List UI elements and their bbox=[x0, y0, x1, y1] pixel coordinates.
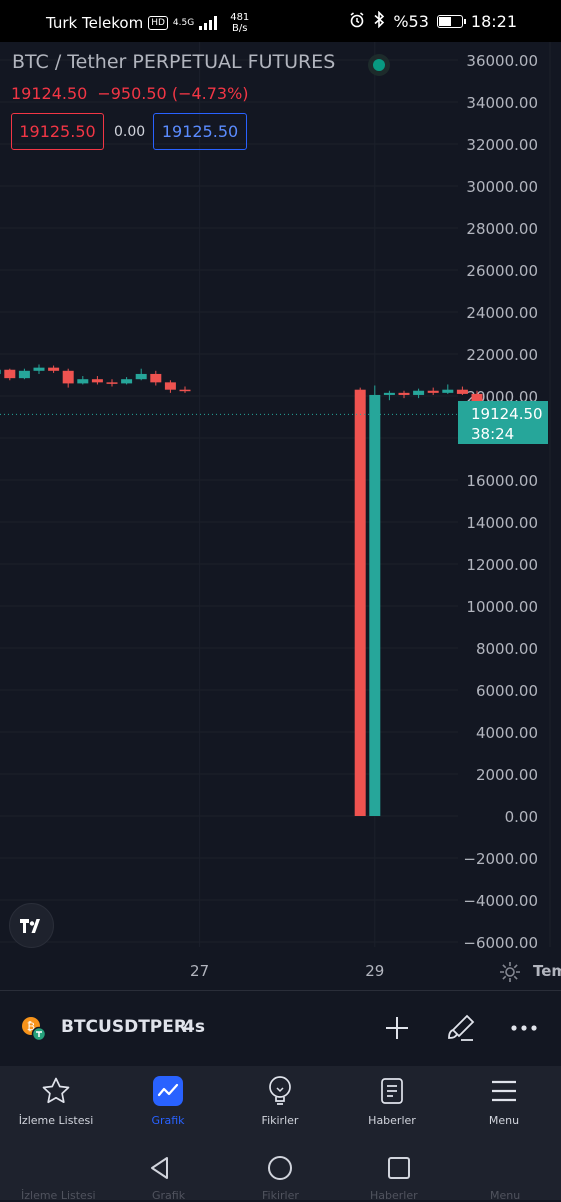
ghost-label: Fikirler bbox=[262, 1189, 299, 1202]
candle-body bbox=[369, 394, 381, 816]
buy-button[interactable]: 19125.50 bbox=[153, 113, 247, 150]
candle-body bbox=[18, 370, 30, 379]
candle-body bbox=[179, 389, 191, 392]
candle-body bbox=[33, 367, 45, 371]
battery-icon bbox=[436, 15, 466, 28]
y-axis-tick-label: 36000.00 bbox=[466, 52, 538, 70]
net-speed: 481 B/s bbox=[230, 12, 250, 34]
nav-label: İzleme Listesi bbox=[18, 1114, 94, 1127]
price-change: −950.50 (−4.73%) bbox=[97, 84, 249, 103]
signal-icon bbox=[199, 16, 218, 30]
y-axis-tick-label: 6000.00 bbox=[476, 682, 538, 700]
nav-label: Grafik bbox=[151, 1114, 185, 1127]
newspaper-icon bbox=[337, 1074, 447, 1108]
carrier-name: Turk Telekom bbox=[46, 14, 144, 32]
y-axis-tick-label: 28000.00 bbox=[466, 220, 538, 238]
candle-body bbox=[150, 373, 162, 383]
spread-value: 0.00 bbox=[114, 124, 146, 140]
y-axis-tick-label: −4000.00 bbox=[463, 892, 538, 910]
candle-body bbox=[106, 382, 118, 384]
ghost-label: İzleme Listesi bbox=[21, 1189, 96, 1202]
more-options-icon[interactable] bbox=[506, 1010, 542, 1046]
y-axis-tick-label: 12000.00 bbox=[466, 556, 538, 574]
nav-item-ideas[interactable]: Fikirler bbox=[225, 1074, 335, 1127]
candle-body bbox=[427, 390, 439, 393]
back-icon[interactable] bbox=[147, 1155, 173, 1185]
lightbulb-icon bbox=[225, 1074, 335, 1108]
y-axis-tick-label: 32000.00 bbox=[466, 136, 538, 154]
candle-body bbox=[442, 389, 454, 393]
nav-item-chart[interactable]: Grafik bbox=[113, 1074, 223, 1127]
add-icon[interactable] bbox=[379, 1010, 415, 1046]
market-open-indicator bbox=[364, 52, 394, 78]
candle-body bbox=[135, 373, 147, 380]
nav-label: Haberler bbox=[368, 1114, 416, 1127]
y-axis-tick-label: 34000.00 bbox=[466, 94, 538, 112]
y-axis-tick-label: 30000.00 bbox=[466, 178, 538, 196]
candle-body bbox=[62, 370, 74, 384]
price-quote: 19124.50 −950.50 (−4.73%) bbox=[11, 84, 249, 103]
bar-countdown: 38:24 bbox=[471, 425, 515, 443]
candle-body bbox=[0, 369, 1, 374]
bitcoin-tether-icon: ₿ bbox=[21, 1016, 47, 1042]
candle-body bbox=[383, 392, 395, 395]
symbol-title: BTC / Tether PERPETUAL FUTURES bbox=[12, 51, 336, 73]
ghost-label: Grafik bbox=[152, 1189, 186, 1202]
interval-selector[interactable]: 4s bbox=[183, 1017, 205, 1037]
candle-body bbox=[413, 390, 425, 395]
y-axis-tick-label: 16000.00 bbox=[466, 472, 538, 490]
nav-item-menu[interactable]: Menu bbox=[449, 1074, 559, 1127]
price-chart[interactable]: 36000.00 34000.00 32000.00 30000.00 28000.00… bbox=[0, 42, 561, 990]
y-axis-tick-label: 0.00 bbox=[505, 808, 538, 826]
ghost-label: Menu bbox=[490, 1189, 521, 1202]
y-axis-tick-label: 2000.00 bbox=[476, 766, 538, 784]
y-axis-tick-label: 26000.00 bbox=[466, 262, 538, 280]
y-axis-tick-label: 10000.00 bbox=[466, 598, 538, 616]
last-price-label: 19124.50 38:24 bbox=[458, 401, 548, 444]
nav-item-watchlist[interactable]: İzleme Listesi bbox=[1, 1074, 111, 1127]
candle-body bbox=[4, 369, 16, 379]
candle-body bbox=[456, 389, 468, 394]
tradingview-logo[interactable] bbox=[9, 903, 54, 948]
candle-body bbox=[121, 379, 133, 384]
ghost-label: Haberler bbox=[370, 1189, 418, 1202]
nav-item-news[interactable]: Haberler bbox=[337, 1074, 447, 1127]
chart-area[interactable]: 36000.00 34000.00 32000.00 30000.00 28000.00… bbox=[0, 42, 561, 990]
bluetooth-icon bbox=[373, 10, 385, 32]
x-axis-tick-label: Tem bbox=[533, 962, 561, 980]
y-axis-tick-label: −2000.00 bbox=[463, 850, 538, 868]
home-icon[interactable] bbox=[267, 1155, 293, 1185]
recents-icon[interactable] bbox=[387, 1156, 411, 1184]
status-bar: Turk Telekom HD 4.5G 481 B/s %53 18:21 bbox=[0, 0, 561, 42]
clock: 18:21 bbox=[470, 12, 517, 31]
candle-body bbox=[164, 382, 176, 390]
star-icon bbox=[1, 1074, 111, 1108]
current-price: 19124.50 bbox=[11, 84, 88, 103]
symbol-code[interactable]: BTCUSDTPER bbox=[61, 1017, 187, 1037]
nav-label: Fikirler bbox=[261, 1114, 299, 1127]
alarm-icon bbox=[349, 11, 365, 32]
candle-body bbox=[77, 379, 89, 384]
candle-body bbox=[354, 389, 366, 816]
candle-body bbox=[48, 367, 60, 371]
y-axis-tick-label: 24000.00 bbox=[466, 304, 538, 322]
y-axis-tick-label: 14000.00 bbox=[466, 514, 538, 532]
y-axis-tick-label: 4000.00 bbox=[476, 724, 538, 742]
chart-settings-gear-icon[interactable] bbox=[498, 960, 522, 984]
y-axis-tick-label: −6000.00 bbox=[463, 934, 538, 952]
chart-icon bbox=[113, 1074, 223, 1108]
network-type: 4.5G bbox=[172, 17, 195, 28]
drawing-brush-icon[interactable] bbox=[443, 1010, 479, 1046]
candle-body bbox=[91, 379, 103, 383]
y-axis-tick-label: 8000.00 bbox=[476, 640, 538, 658]
y-axis-tick-label: 22000.00 bbox=[466, 346, 538, 364]
x-axis-tick-label: 29 bbox=[365, 962, 384, 980]
candle-body bbox=[398, 392, 410, 395]
hamburger-icon bbox=[449, 1074, 559, 1108]
nav-label: Menu bbox=[488, 1114, 520, 1127]
x-axis-tick-label: 27 bbox=[190, 962, 209, 980]
hd-badge: HD bbox=[148, 16, 168, 30]
battery-percent: %53 bbox=[393, 12, 429, 31]
sell-button[interactable]: 19125.50 bbox=[11, 113, 104, 150]
